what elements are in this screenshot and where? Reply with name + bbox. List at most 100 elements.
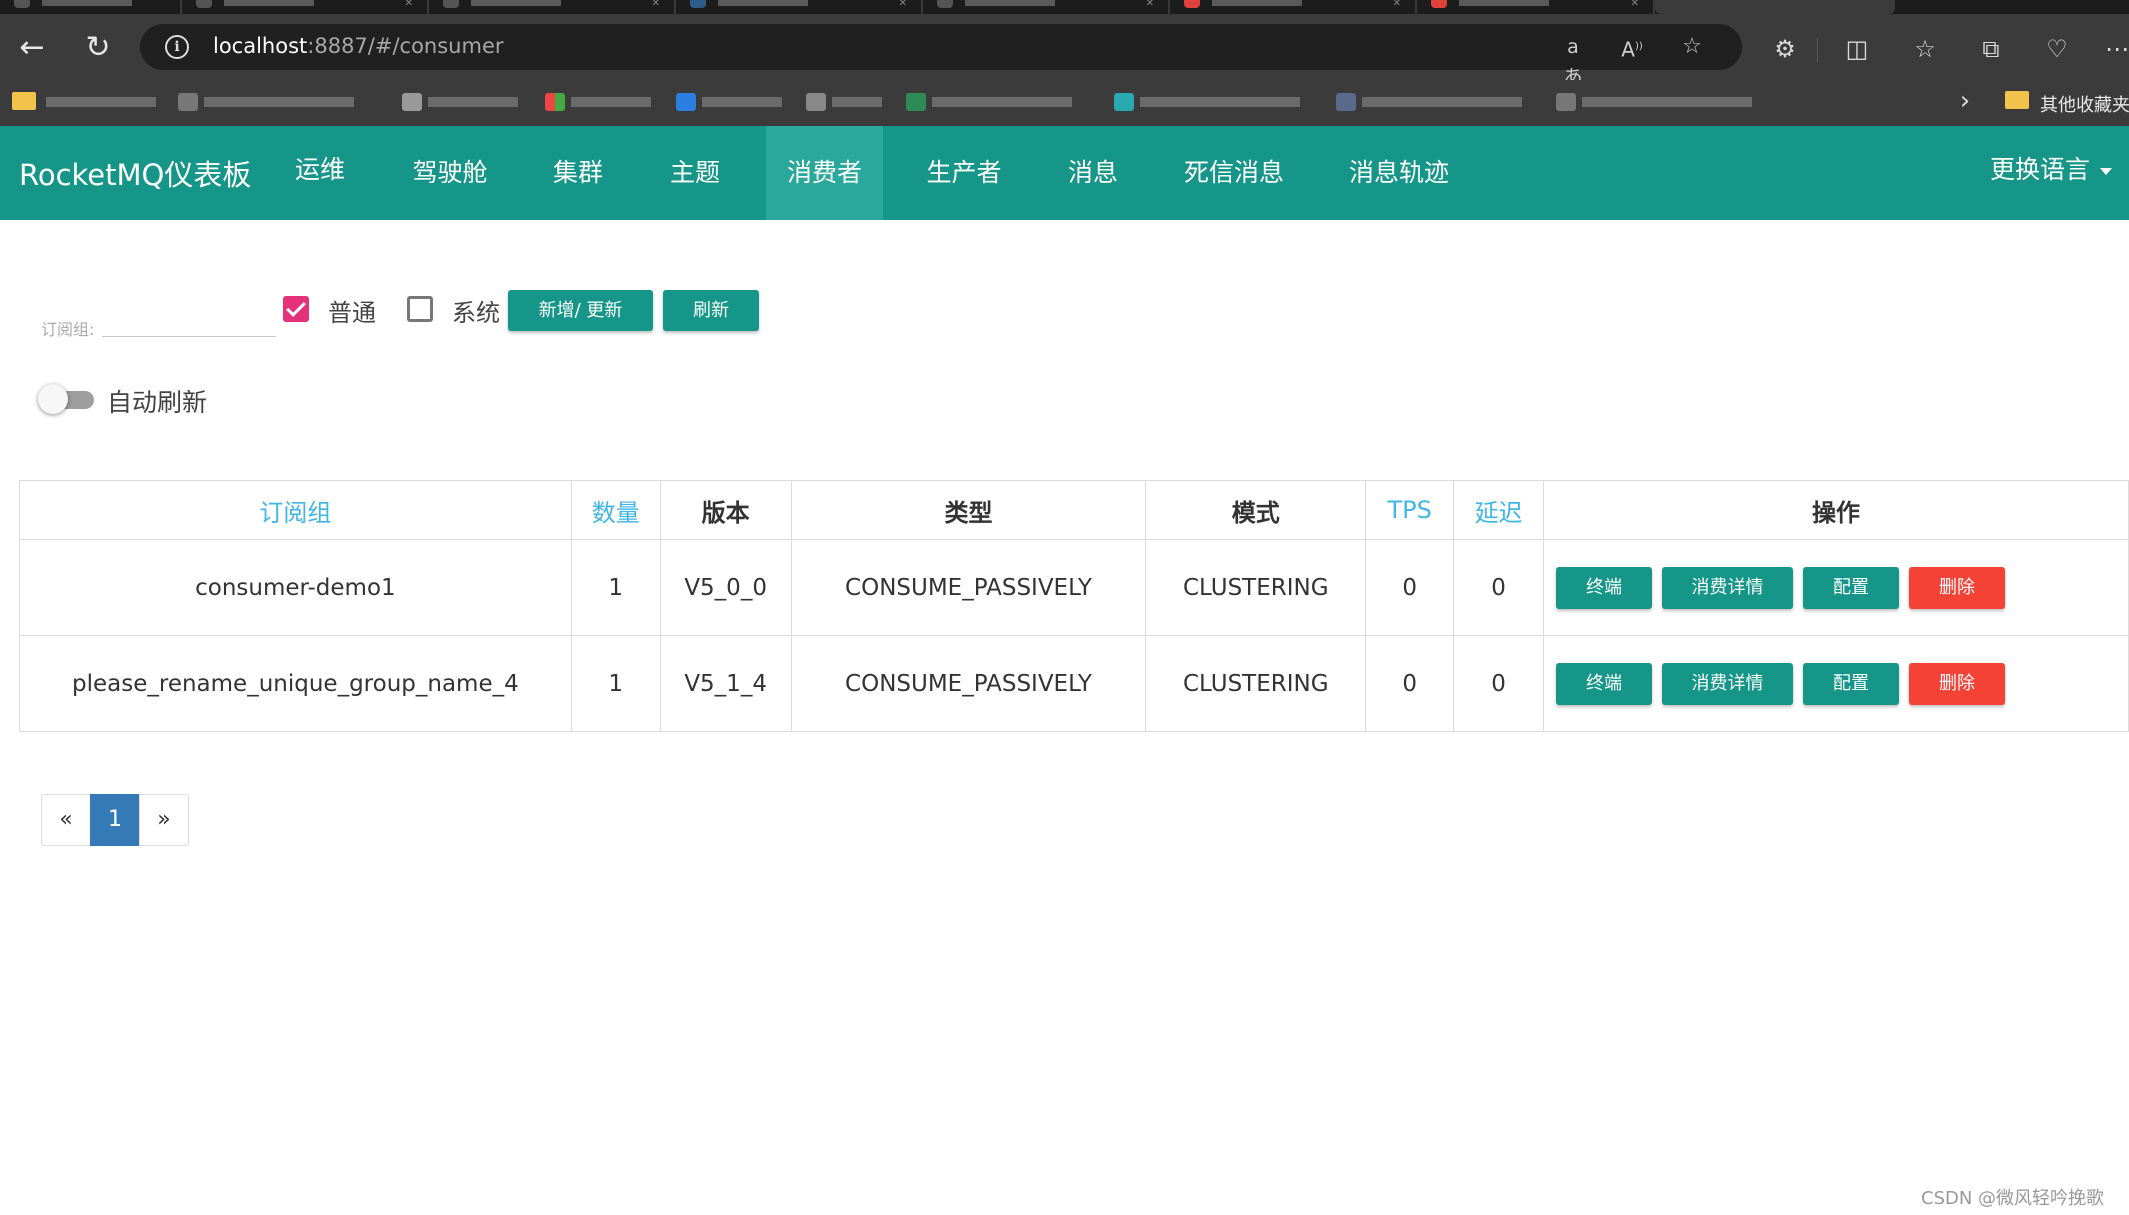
bookmark-item[interactable] (545, 91, 655, 113)
nav-cluster[interactable]: 集群 (538, 126, 618, 220)
cell-type: CONSUME_PASSIVELY (790, 635, 1147, 732)
bookmark-item[interactable] (178, 91, 378, 113)
extensions-icon[interactable]: ⚙ (1768, 32, 1802, 66)
close-tab-icon[interactable]: ✕ (405, 0, 413, 9)
bookmark-item[interactable] (676, 91, 786, 113)
close-tab-icon[interactable]: ✕ (899, 0, 907, 9)
client-button[interactable]: 终端 (1556, 567, 1653, 609)
url-field[interactable]: i localhost:8887/#/consumer aあ A)) ☆ (140, 24, 1742, 88)
browser-tab[interactable]: ✕ (429, 0, 676, 14)
bookmark-item[interactable] (906, 91, 1086, 113)
normal-checkbox[interactable] (283, 296, 309, 322)
browser-tab[interactable]: ✕ (923, 0, 1170, 14)
column-header-count[interactable]: 数量 (570, 480, 661, 540)
browser-tab[interactable]: ✕ (676, 0, 923, 14)
url-text[interactable]: localhost:8887/#/consumer (213, 34, 504, 58)
column-header-group[interactable]: 订阅组 (19, 480, 572, 540)
cell-mode: CLUSTERING (1145, 539, 1367, 636)
close-tab-icon[interactable]: ✕ (1146, 0, 1154, 9)
bookmark-item[interactable] (402, 91, 522, 113)
system-checkbox[interactable] (407, 296, 433, 322)
add-update-button[interactable]: 新增/ 更新 (508, 290, 653, 331)
site-info-icon[interactable]: i (165, 35, 189, 59)
cell-group: consumer-demo1 (19, 539, 572, 636)
auto-refresh-label: 自动刷新 (107, 388, 208, 417)
column-header-delay[interactable]: 延迟 (1453, 480, 1545, 540)
split-screen-icon[interactable]: ◫ (1840, 32, 1874, 66)
delete-button[interactable]: 删除 (1909, 567, 2006, 609)
auto-refresh-toggle-knob[interactable] (38, 384, 68, 414)
subscription-group-input[interactable] (102, 302, 276, 337)
consume-detail-button[interactable]: 消费详情 (1662, 663, 1794, 705)
other-bookmarks[interactable]: 其他收藏夹 (2040, 91, 2129, 117)
system-checkbox-label[interactable]: 系统 (452, 293, 500, 328)
delete-button[interactable]: 删除 (1909, 663, 2006, 705)
close-tab-icon[interactable]: ✕ (652, 0, 660, 9)
brand-title[interactable]: RocketMQ仪表板 (19, 152, 251, 194)
nav-ops[interactable]: 运维 (280, 126, 360, 220)
client-button[interactable]: 终端 (1556, 663, 1653, 705)
subscription-group-label: 订阅组: (41, 320, 95, 339)
cell-version: V5_1_4 (659, 635, 792, 732)
browser-tab[interactable]: ✕ (182, 0, 429, 14)
read-aloud-icon[interactable]: A)) (1617, 32, 1647, 62)
nav-dashboard[interactable]: 驾驶舱 (398, 126, 502, 220)
language-dropdown[interactable]: 更换语言 (1990, 126, 2113, 214)
close-tab-icon[interactable]: ✕ (1631, 0, 1639, 9)
bookmark-item[interactable] (1114, 91, 1314, 113)
consume-detail-button[interactable]: 消费详情 (1662, 567, 1794, 609)
config-button[interactable]: 配置 (1803, 567, 1900, 609)
browser-health-icon[interactable]: ♡ (2040, 32, 2074, 66)
caret-down-icon (2100, 167, 2113, 175)
config-button[interactable]: 配置 (1803, 663, 1900, 705)
refresh-button[interactable]: 刷新 (663, 290, 759, 331)
consumer-table: 订阅组 数量 版本 类型 模式 TPS 延迟 操作 consumer-demo1… (19, 480, 2129, 732)
nav-dead-letter[interactable]: 死信消息 (1176, 126, 1292, 220)
browser-tab-strip: ✕ ✕ ✕ ✕ ✕ ✕ (0, 0, 2129, 14)
nav-topic[interactable]: 主题 (655, 126, 735, 220)
cell-actions: 终端 消费详情 配置 删除 (1543, 539, 2129, 636)
close-tab-icon[interactable]: ✕ (1393, 0, 1401, 9)
table-row: please_rename_unique_group_name_4 1 V5_1… (19, 635, 2129, 732)
bookmark-item[interactable] (46, 91, 156, 113)
page-number-button[interactable]: 1 (90, 794, 140, 846)
nav-message-trace[interactable]: 消息轨迹 (1340, 126, 1458, 220)
browser-tab-active[interactable] (1655, 0, 1895, 14)
browser-tab[interactable] (0, 0, 182, 14)
normal-checkbox-label[interactable]: 普通 (328, 293, 376, 328)
watermark: CSDN @微风轻吟挽歌 (1921, 1188, 2105, 1209)
column-header-tps[interactable]: TPS (1365, 480, 1455, 540)
favorites-icon[interactable]: ☆ (1908, 32, 1942, 66)
nav-producer[interactable]: 生产者 (912, 126, 1016, 220)
page-next-button[interactable]: » (139, 794, 189, 846)
reload-icon[interactable]: ↻ (78, 28, 118, 68)
cell-mode: CLUSTERING (1145, 635, 1367, 732)
bookmark-item[interactable] (1336, 91, 1536, 113)
collections-icon[interactable]: ⧉ (1974, 32, 2008, 66)
back-arrow-icon[interactable]: ← (12, 28, 52, 68)
browser-tab[interactable]: ✕ (1417, 0, 1655, 14)
cell-tps: 0 (1365, 635, 1455, 732)
nav-message[interactable]: 消息 (1053, 126, 1133, 220)
chevron-right-icon[interactable]: › (1952, 86, 1978, 116)
page-prev-button[interactable]: « (41, 794, 91, 846)
bookmarks-bar (0, 80, 2129, 126)
bookmark-item[interactable] (1556, 91, 1766, 113)
column-header-actions: 操作 (1543, 480, 2129, 540)
address-bar: ← ↻ i localhost:8887/#/consumer aあ A)) ☆… (0, 14, 2129, 88)
bookmark-item[interactable] (806, 91, 886, 113)
folder-icon (2005, 91, 2029, 109)
cell-count: 1 (570, 635, 661, 732)
cell-type: CONSUME_PASSIVELY (790, 539, 1147, 636)
cell-actions: 终端 消费详情 配置 删除 (1543, 635, 2129, 732)
cell-tps: 0 (1365, 539, 1455, 636)
favorite-star-icon[interactable]: ☆ (1677, 32, 1707, 62)
column-header-version: 版本 (659, 480, 792, 540)
pagination: « 1 » (41, 794, 189, 846)
translate-icon[interactable]: aあ (1558, 32, 1588, 88)
browser-tab[interactable]: ✕ (1170, 0, 1417, 14)
more-menu-icon[interactable]: ⋯ (2100, 32, 2129, 66)
column-header-mode: 模式 (1145, 480, 1367, 540)
nav-consumer[interactable]: 消费者 (766, 126, 883, 220)
top-navbar: RocketMQ仪表板 运维 驾驶舱 集群 主题 消费者 生产者 消息 死信消息… (0, 126, 2129, 220)
